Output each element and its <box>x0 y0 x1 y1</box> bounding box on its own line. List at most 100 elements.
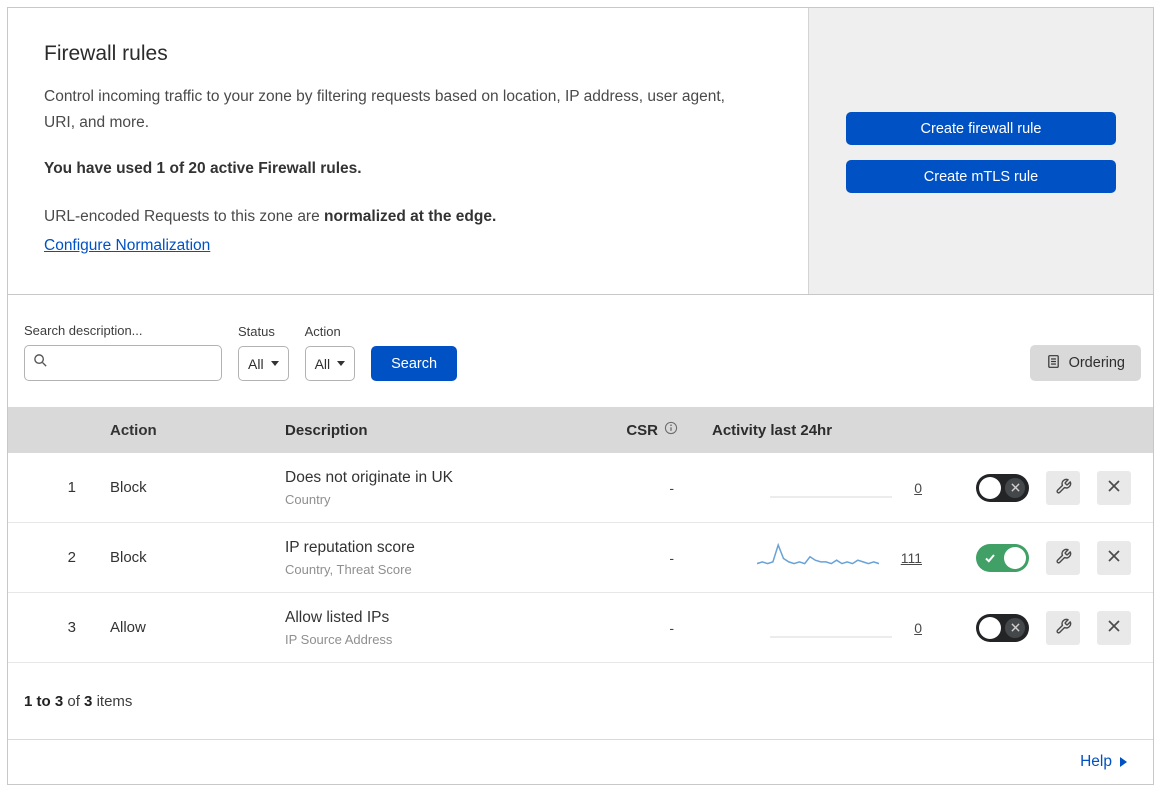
toggle-knob <box>1004 546 1026 569</box>
pagination-summary: 1 to 3 of 3 items <box>8 663 1153 740</box>
rule-priority: 1 <box>67 479 76 496</box>
usage-note: You have used 1 of 20 active Firewall ru… <box>44 160 362 178</box>
status-dropdown[interactable]: All <box>238 346 289 381</box>
rule-csr-value: - <box>669 549 674 566</box>
activity-count-link[interactable]: 0 <box>914 620 922 636</box>
close-icon <box>1107 479 1121 496</box>
pagination-items: items <box>96 693 133 710</box>
wrench-icon <box>1055 548 1072 568</box>
action-dropdown-value: All <box>314 355 331 372</box>
header-csr: CSR <box>588 421 698 439</box>
create-mtls-rule-button[interactable]: Create mTLS rule <box>846 160 1116 193</box>
firewall-rules-page: Firewall rules Control incoming traffic … <box>7 7 1154 785</box>
activity-sparkline <box>770 611 893 645</box>
table-row: 1 Block Does not originate in UK Country… <box>8 453 1153 523</box>
activity-sparkline <box>756 541 879 575</box>
search-icon <box>33 353 48 373</box>
help-bar: Help <box>8 740 1153 784</box>
edit-rule-button[interactable] <box>1046 470 1080 505</box>
rule-priority: 3 <box>67 619 76 636</box>
status-label: Status <box>238 324 275 339</box>
action-dropdown[interactable]: All <box>304 346 356 381</box>
action-label: Action <box>304 324 341 339</box>
rule-description-cell: Allow listed IPs IP Source Address <box>285 609 588 647</box>
search-group: Search description... <box>24 323 222 381</box>
rule-criteria: IP Source Address <box>285 631 393 647</box>
delete-rule-button[interactable] <box>1097 470 1131 505</box>
header-csr-label: CSR <box>626 421 658 439</box>
rule-description: Does not originate in UK <box>285 468 454 486</box>
info-icon[interactable] <box>664 421 678 439</box>
hero-text-panel: Firewall rules Control incoming traffic … <box>8 8 809 294</box>
rule-csr-value: - <box>669 619 674 636</box>
search-button[interactable]: Search <box>371 346 458 381</box>
rule-action: Block <box>110 479 147 496</box>
rule-priority: 2 <box>67 549 76 566</box>
filter-bar: Search description... Status All Action … <box>8 295 1153 407</box>
delete-rule-button[interactable] <box>1097 610 1131 645</box>
rule-enabled-toggle[interactable] <box>976 543 1029 572</box>
header-action: Action <box>110 421 157 439</box>
toggle-check-icon <box>980 548 1000 568</box>
status-dropdown-value: All <box>248 355 264 372</box>
delete-rule-button[interactable] <box>1097 540 1131 575</box>
table-header-row: Action Description CSR Activity last 24h… <box>8 407 1153 453</box>
search-label: Search description... <box>24 323 143 338</box>
rule-controls <box>938 470 1153 505</box>
action-filter-group: Action All <box>304 324 356 381</box>
rule-description-cell: IP reputation score Country, Threat Scor… <box>285 539 588 577</box>
activity-count-link[interactable]: 0 <box>914 480 922 496</box>
rule-enabled-toggle[interactable] <box>976 613 1029 642</box>
rule-activity-cell: 0 <box>698 471 938 505</box>
page-description: Control incoming traffic to your zone by… <box>44 88 725 131</box>
hero-actions-panel: Create firewall rule Create mTLS rule <box>809 8 1153 294</box>
normalization-text: URL-encoded Requests to this zone are <box>44 208 325 226</box>
normalization-note: URL-encoded Requests to this zone are no… <box>44 205 768 230</box>
chevron-down-icon <box>337 361 346 366</box>
rule-description-cell: Does not originate in UK Country <box>285 469 588 507</box>
search-input[interactable] <box>54 355 213 371</box>
close-icon <box>1107 549 1121 566</box>
wrench-icon <box>1055 618 1072 638</box>
ordering-button[interactable]: Ordering <box>1029 345 1141 381</box>
help-link[interactable]: Help <box>1080 753 1127 771</box>
pagination-of: of <box>67 693 80 710</box>
toggle-x-icon <box>1005 617 1025 638</box>
rule-activity-cell: 111 <box>698 541 938 575</box>
wrench-icon <box>1055 478 1072 498</box>
chevron-right-icon <box>1120 757 1127 767</box>
create-firewall-rule-button[interactable]: Create firewall rule <box>846 112 1116 145</box>
header-activity: Activity last 24hr <box>712 421 833 439</box>
rule-description: Allow listed IPs <box>285 608 390 626</box>
table-row: 2 Block IP reputation score Country, Thr… <box>8 523 1153 593</box>
rule-criteria: Country, Threat Score <box>285 561 412 577</box>
edit-rule-button[interactable] <box>1046 610 1080 645</box>
rule-description: IP reputation score <box>285 538 415 556</box>
rule-csr-value: - <box>669 479 674 496</box>
ordering-list-icon <box>1046 354 1061 373</box>
search-box[interactable] <box>24 345 222 381</box>
hero-section: Firewall rules Control incoming traffic … <box>8 8 1153 295</box>
pagination-total: 3 <box>84 693 93 710</box>
page-title: Firewall rules <box>44 42 168 65</box>
rule-action: Allow <box>110 619 146 636</box>
edit-rule-button[interactable] <box>1046 540 1080 575</box>
rule-activity-cell: 0 <box>698 611 938 645</box>
configure-normalization-link[interactable]: Configure Normalization <box>44 237 210 255</box>
activity-count-link[interactable]: 111 <box>901 550 922 566</box>
pagination-range: 1 to 3 <box>24 693 64 710</box>
toggle-knob <box>979 616 1001 639</box>
ordering-button-label: Ordering <box>1068 355 1125 371</box>
rule-action: Block <box>110 549 147 566</box>
help-link-label: Help <box>1080 753 1112 770</box>
rule-criteria: Country <box>285 491 331 507</box>
table-row: 3 Allow Allow listed IPs IP Source Addre… <box>8 593 1153 663</box>
chevron-down-icon <box>270 361 279 366</box>
header-description: Description <box>285 421 368 439</box>
rule-controls <box>938 610 1153 645</box>
toggle-x-icon <box>1005 477 1025 498</box>
rule-controls <box>938 540 1153 575</box>
toggle-knob <box>979 476 1001 499</box>
close-icon <box>1107 619 1121 636</box>
rule-enabled-toggle[interactable] <box>976 473 1029 502</box>
